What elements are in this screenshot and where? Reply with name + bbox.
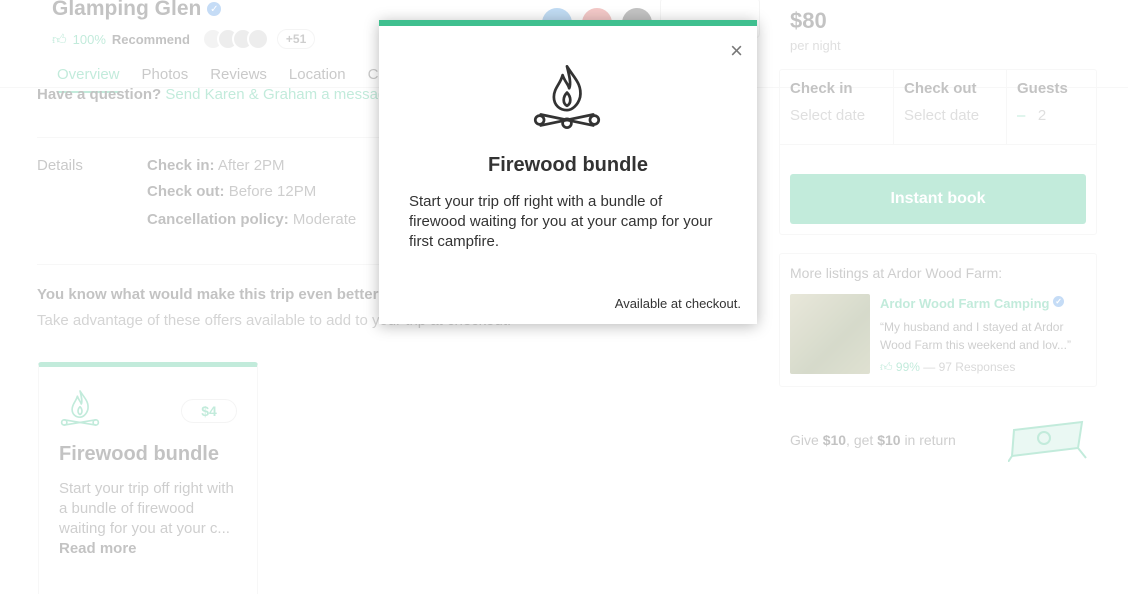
checkin-picker[interactable]: Check in Select date <box>780 70 894 145</box>
modal-description: Start your trip off right with a bundle … <box>409 193 713 250</box>
checkin-detail-label: Check in: <box>147 157 215 174</box>
recommend-percent: 100% <box>72 31 106 47</box>
checkin-label: Check in <box>790 80 853 97</box>
more-listings-box: More listings at Ardor Wood Farm: Ardor … <box>779 253 1097 387</box>
per-night-label: per night <box>790 38 841 53</box>
details-label: Details <box>37 157 83 174</box>
referral-give-amount: $10 <box>822 432 847 448</box>
more-recommenders-badge[interactable]: +51 <box>276 29 316 49</box>
cancellation-value: Moderate <box>292 211 357 228</box>
checkout-detail-label: Check out: <box>147 183 225 200</box>
guests-label: Guests <box>1017 80 1068 97</box>
checkin-value: Select date <box>790 107 866 124</box>
nightly-price: $80 <box>790 8 827 33</box>
checkout-detail-value: Before 12PM <box>228 183 317 200</box>
checkin-detail: Check in: After 2PM <box>147 157 285 174</box>
offer-card[interactable]: $4 Firewood bundle Start your trip off r… <box>38 362 258 594</box>
more-listing-percent: 99% <box>895 360 920 374</box>
checkout-value: Select date <box>904 107 980 124</box>
checkin-detail-value: After 2PM <box>217 157 285 174</box>
offer-description-text: Start your trip off right with a bundle … <box>59 480 234 537</box>
upsell-title: You know what would make this trip even … <box>37 286 379 303</box>
referral-prefix: Give <box>790 432 819 448</box>
message-host-link[interactable]: Send Karen & Graham a message <box>165 86 394 103</box>
checkout-picker[interactable]: Check out Select date <box>894 70 1007 145</box>
guests-count[interactable]: 2 <box>1038 107 1046 124</box>
referral-middle: , get <box>846 432 874 448</box>
page: Glamping Glen ✓ 👍︎ 100% Recommend +51 Ov… <box>0 0 1128 594</box>
guests-stepper: – 2 <box>1017 107 1087 124</box>
instant-book-button[interactable]: Instant book <box>790 174 1086 224</box>
offer-title: Firewood bundle <box>59 443 219 465</box>
avatar-group[interactable] <box>201 28 269 50</box>
referral-get-amount: $10 <box>877 432 901 448</box>
listing-thumbnail[interactable] <box>790 294 870 374</box>
referral-text[interactable]: Give $10, get $10 in return <box>790 432 956 448</box>
campfire-icon <box>60 390 100 426</box>
checkout-label: Check out <box>904 80 977 97</box>
offer-price: $4 <box>181 399 237 423</box>
listing-title: Glamping Glen <box>52 0 202 20</box>
read-more-link[interactable]: Read more <box>59 540 137 557</box>
recommend-label: Recommend <box>111 31 190 47</box>
more-listing-responses: — 97 Responses <box>923 360 1016 374</box>
verified-icon: ✓ <box>207 2 222 16</box>
thumbs-up-icon: 👍︎ <box>52 30 67 47</box>
referral-banner-icon <box>1008 420 1087 462</box>
booking-widget: Check in Select date Check out Select da… <box>779 69 1097 235</box>
question-row: Have a question? Send Karen & Graham a m… <box>37 86 395 103</box>
offer-modal: × Firewood bundle Start your trip off ri… <box>379 20 757 324</box>
more-listing-name[interactable]: Ardor Wood Farm Camping ✓ <box>880 296 1065 311</box>
guests-picker: Guests – 2 <box>1007 70 1097 145</box>
cancellation-label: Cancellation policy: <box>147 211 289 228</box>
more-listing-stats: 👍︎ 99% — 97 Responses <box>880 360 1015 375</box>
recommend-row: 👍︎ 100% Recommend +51 <box>52 28 316 50</box>
campfire-icon <box>533 65 601 129</box>
verified-icon: ✓ <box>1053 296 1065 307</box>
title-row: Glamping Glen ✓ <box>52 0 222 21</box>
thumbs-up-icon: 👍︎ <box>880 360 893 374</box>
guests-minus-button[interactable]: – <box>1017 107 1025 124</box>
referral-suffix: in return <box>904 432 956 448</box>
close-icon[interactable]: × <box>730 40 743 62</box>
more-listings-title: More listings at Ardor Wood Farm: <box>790 265 1003 281</box>
more-listing-name-text: Ardor Wood Farm Camping <box>880 296 1050 311</box>
checkout-detail: Check out: Before 12PM <box>147 183 316 200</box>
cancellation-detail: Cancellation policy: Moderate <box>147 211 356 228</box>
question-label: Have a question? <box>37 86 162 103</box>
avatar <box>246 28 269 50</box>
modal-footer-note: Available at checkout. <box>614 296 741 311</box>
more-listing-quote: “My husband and I stayed at Ardor Wood F… <box>880 320 1071 352</box>
offer-description: Start your trip off right with a bundle … <box>59 479 241 559</box>
modal-title: Firewood bundle <box>488 154 648 176</box>
